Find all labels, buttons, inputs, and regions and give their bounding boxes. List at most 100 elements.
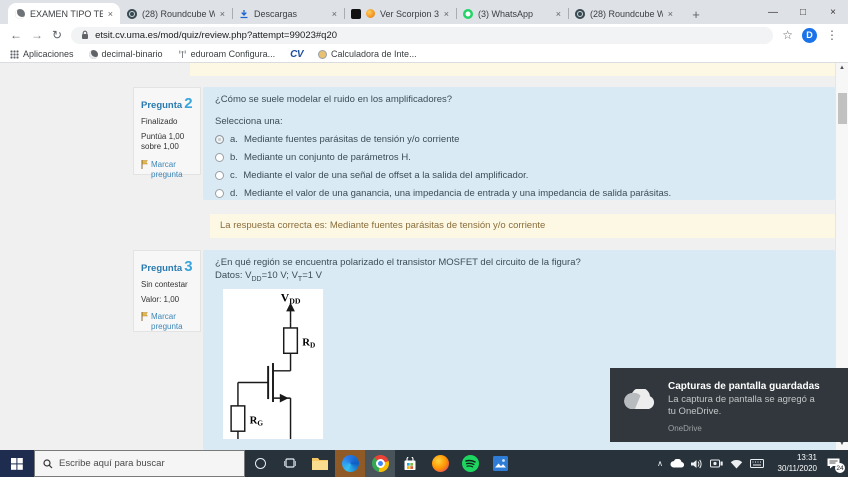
flag-label: Marcar pregunta: [151, 312, 183, 332]
question-grade: Puntúa 1,00 sobre 1,00: [141, 131, 185, 152]
option-key: c.: [230, 170, 238, 181]
tab-scorpion[interactable]: Ver Scorpion 3x23 C ×: [344, 3, 456, 24]
radio-unselected[interactable]: [215, 171, 224, 180]
system-tray: ∧ 13:31 30/11/2020 24: [657, 450, 848, 477]
radio-unselected[interactable]: [215, 189, 224, 198]
edge-button[interactable]: [335, 450, 365, 477]
cortana-button[interactable]: [245, 450, 275, 477]
flag-icon: [141, 312, 148, 322]
question-number: Pregunta 3: [141, 257, 193, 277]
datos-part: =1 V: [302, 270, 323, 281]
tab-title: Descargas: [254, 8, 298, 19]
roundcube-favicon-icon: [575, 8, 585, 19]
task-view-button[interactable]: [275, 450, 305, 477]
onedrive-notification[interactable]: Capturas de pantalla guardadas La captur…: [610, 368, 848, 442]
padlock-icon: [81, 30, 89, 40]
tray-chevron-icon[interactable]: ∧: [657, 459, 663, 468]
tab-title: (3) WhatsApp: [478, 8, 534, 19]
scroll-up-icon[interactable]: ▲: [836, 63, 848, 73]
file-explorer-button[interactable]: [305, 450, 335, 477]
minimize-button[interactable]: —: [758, 0, 788, 24]
globe-icon: [88, 49, 98, 59]
tab-close-icon[interactable]: ×: [444, 9, 449, 19]
tab-close-icon[interactable]: ×: [220, 9, 225, 19]
question-text: ¿Cómo se suele modelar el ruido en los a…: [215, 94, 453, 105]
question-state: Finalizado: [141, 116, 178, 126]
tab-close-icon[interactable]: ×: [668, 9, 673, 19]
tab-roundcube-2[interactable]: (28) Roundcube Webm ×: [568, 3, 680, 24]
rd-label: RD: [302, 336, 315, 349]
taskbar-search[interactable]: [34, 450, 245, 477]
photos-button[interactable]: [485, 450, 515, 477]
bookmark-calculadora[interactable]: Calculadora de Inte...: [318, 49, 417, 59]
url-text: etsit.cv.uma.es/mod/quiz/review.php?atte…: [95, 29, 338, 41]
antenna-icon: [178, 49, 187, 59]
taskbar-spacer: [515, 450, 657, 477]
close-button[interactable]: ×: [818, 0, 848, 24]
whatsapp-favicon-icon: [463, 8, 473, 19]
notification-title: Capturas de pantalla guardadas: [668, 381, 820, 392]
spotify-button[interactable]: [455, 450, 485, 477]
bookmark-label: decimal-binario: [101, 49, 163, 59]
maximize-button[interactable]: □: [788, 0, 818, 24]
new-tab-button[interactable]: +: [686, 4, 706, 24]
option-key: a.: [230, 134, 238, 145]
chrome-button[interactable]: [365, 450, 395, 477]
question-2-feedback: La respuesta correcta es: Mediante fuent…: [210, 214, 835, 238]
action-center-button[interactable]: 24: [827, 458, 845, 473]
question-number-value: 3: [184, 258, 193, 275]
question-data-line: Datos: VDD=10 V; VT=1 V: [215, 270, 823, 283]
option-a: a. Mediante fuentes parásitas de tensión…: [215, 134, 823, 145]
clock-date: 30/11/2020: [777, 463, 817, 473]
tab-title: (28) Roundcube Webm: [590, 8, 663, 19]
source-arrow-icon: [279, 393, 289, 403]
tray-cast-icon[interactable]: [710, 459, 723, 468]
tab-close-icon[interactable]: ×: [332, 9, 337, 19]
notification-badge: 24: [835, 463, 845, 473]
back-icon[interactable]: ←: [10, 29, 22, 41]
bookmark-star-icon[interactable]: ☆: [782, 29, 793, 41]
photos-icon: [492, 456, 508, 471]
bookmark-aplicaciones[interactable]: Aplicaciones: [10, 49, 74, 59]
taskbar-clock[interactable]: 13:31 30/11/2020: [771, 453, 817, 474]
answer-prompt: Selecciona una:: [215, 116, 283, 127]
bookmark-decimal-binario[interactable]: decimal-binario: [88, 49, 163, 59]
datos-part: Datos: V: [215, 270, 252, 281]
datos-sub: DD: [251, 275, 262, 283]
microsoft-store-button[interactable]: [395, 450, 425, 477]
wifi-icon[interactable]: [730, 459, 743, 469]
profile-avatar[interactable]: D: [802, 27, 817, 43]
option-text: Mediante el valor de una ganancia, una i…: [243, 188, 672, 199]
start-button[interactable]: [0, 450, 34, 477]
tab-roundcube-1[interactable]: (28) Roundcube Webm ×: [120, 3, 232, 24]
forward-icon[interactable]: →: [31, 29, 43, 41]
roundcube-favicon-icon: [127, 8, 137, 19]
touch-keyboard-icon[interactable]: [750, 459, 764, 468]
bookmark-campus-virtual[interactable]: CV: [290, 49, 303, 60]
tab-title: (28) Roundcube Webm: [142, 8, 215, 19]
rg-label: RG: [250, 414, 264, 427]
firefox-button[interactable]: [425, 450, 455, 477]
tab-descargas[interactable]: Descargas ×: [232, 3, 344, 24]
flag-label: Marcar pregunta: [151, 159, 183, 179]
option-text: Mediante el valor de una señal de offset…: [243, 170, 529, 181]
tab-whatsapp[interactable]: (3) WhatsApp ×: [456, 3, 568, 24]
tab-examen[interactable]: EXAMEN TIPO TEST PR ×: [8, 3, 120, 24]
flag-question-link[interactable]: Marcar pregunta: [141, 159, 193, 180]
scorpion-favicon-icon: [351, 8, 361, 19]
taskbar-search-input[interactable]: [59, 458, 219, 469]
circuit-figure: VDD RD RG: [223, 288, 323, 439]
radio-selected[interactable]: [215, 135, 224, 144]
onedrive-tray-icon[interactable]: [670, 459, 684, 468]
question-label: Pregunta: [141, 100, 183, 111]
address-bar[interactable]: etsit.cv.uma.es/mod/quiz/review.php?atte…: [71, 26, 774, 44]
flag-question-link[interactable]: Marcar pregunta: [141, 312, 193, 332]
bookmark-eduroam[interactable]: eduroam Configura...: [178, 49, 275, 59]
radio-unselected[interactable]: [215, 153, 224, 162]
scrollbar-thumb[interactable]: [838, 93, 847, 124]
reload-icon[interactable]: ↻: [52, 29, 62, 41]
chrome-menu-icon[interactable]: ⋮: [826, 29, 838, 41]
volume-icon[interactable]: [691, 459, 703, 469]
tab-close-icon[interactable]: ×: [556, 9, 561, 19]
tab-close-icon[interactable]: ×: [108, 9, 113, 19]
